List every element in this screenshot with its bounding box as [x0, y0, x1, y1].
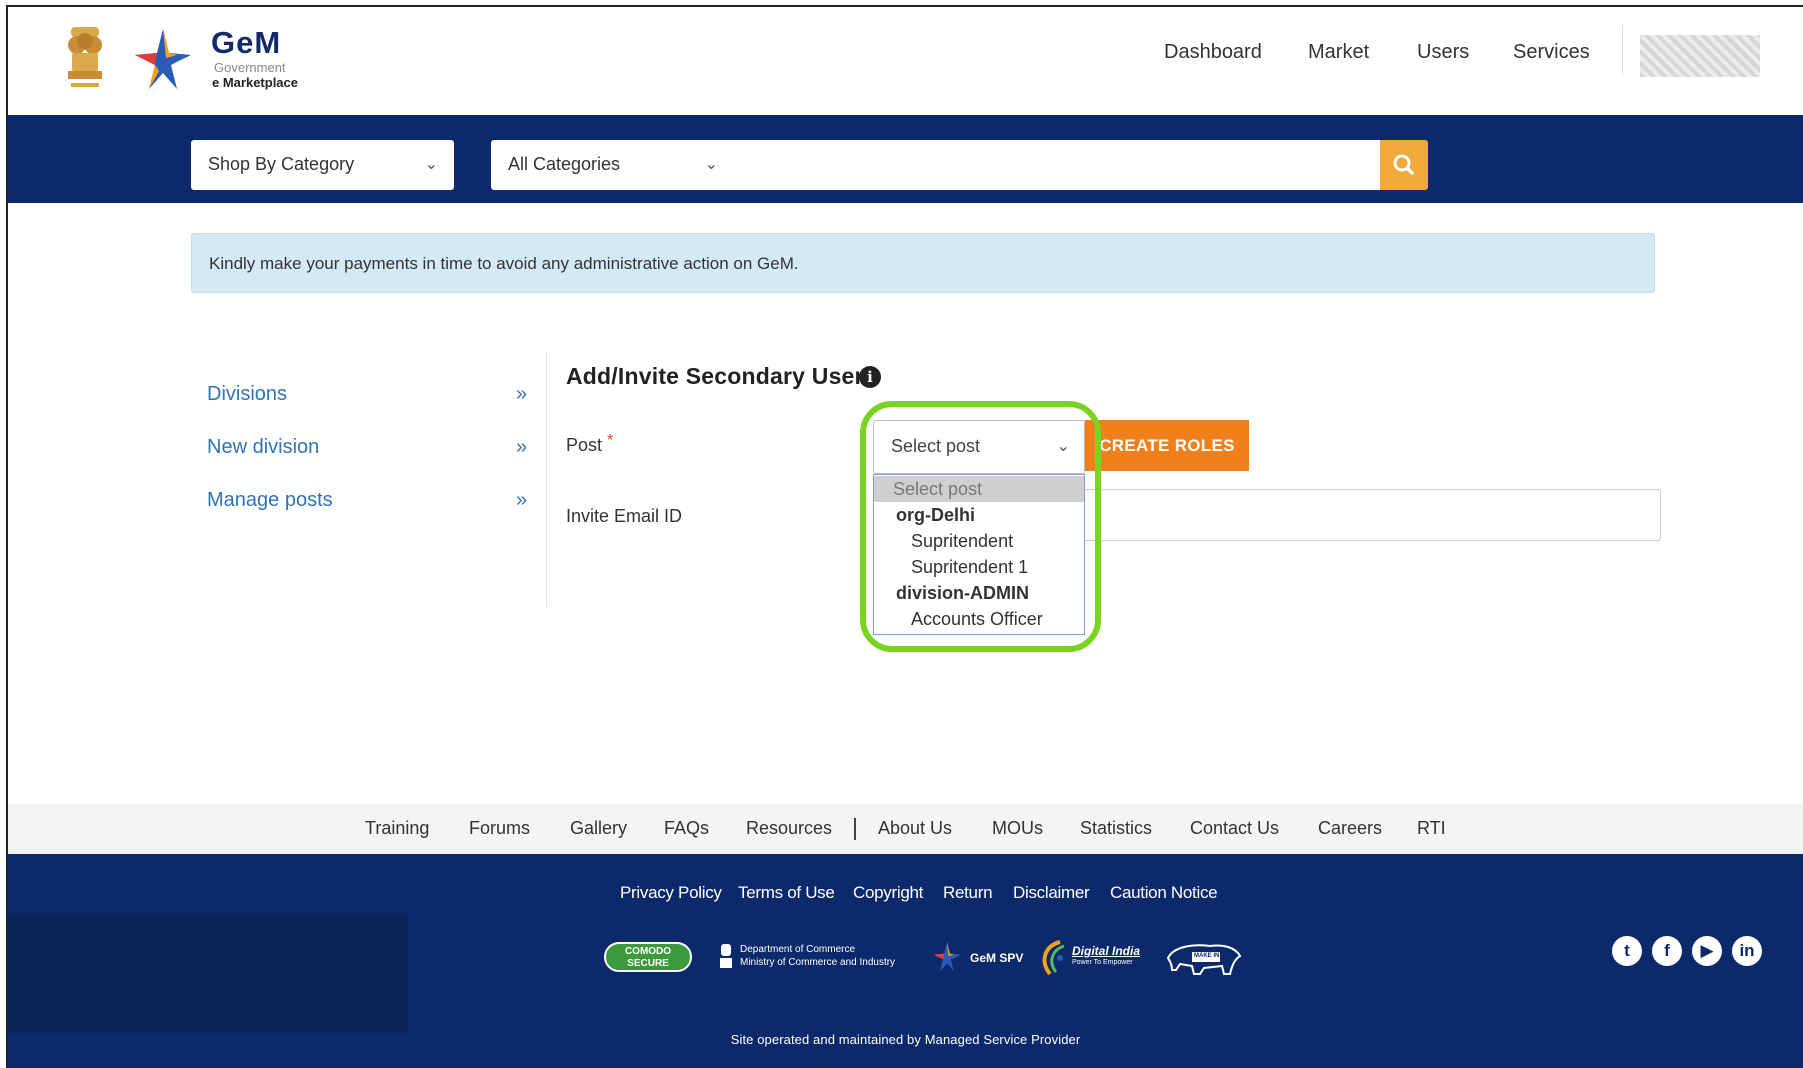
chevron-down-icon: ⌄: [424, 156, 438, 173]
make-in-india-logo: MAKE IN INDIA: [1164, 940, 1244, 978]
search-icon: [1393, 154, 1414, 175]
chevron-double-right-icon: »: [516, 489, 528, 511]
brand-title: GeM: [211, 25, 282, 60]
search-band: Shop By Category ⌄ All Categories ⌄: [8, 115, 1803, 203]
brand-subtitle-marketplace: e Marketplace: [212, 75, 298, 90]
nav-services[interactable]: Services: [1513, 41, 1590, 64]
gem-spv-logo: GeM SPV: [930, 940, 1024, 976]
digital-india-label: Digital India: [1072, 944, 1141, 958]
all-categories-label: All Categories: [508, 154, 621, 174]
commerce-line-2: Ministry of Commerce and Industry: [740, 957, 896, 968]
user-avatar[interactable]: [1640, 35, 1760, 77]
national-emblem-icon: [68, 27, 102, 87]
nav-divider: [1622, 25, 1623, 75]
annotation-highlight: [860, 401, 1101, 652]
footer-link-mous[interactable]: MOUs: [992, 818, 1043, 839]
brand-subtitle-government: Government: [214, 60, 286, 75]
footer-caution-notice[interactable]: Caution Notice: [1110, 883, 1218, 903]
footer-link-forums[interactable]: Forums: [469, 818, 530, 839]
shop-by-category-select[interactable]: Shop By Category ⌄: [191, 140, 454, 190]
site-operated-note: Site operated and maintained by Managed …: [730, 1032, 1081, 1047]
sidebar-item-divisions[interactable]: Divisions: [207, 383, 287, 406]
linkedin-icon[interactable]: in: [1732, 936, 1762, 966]
commerce-line-1: Department of Commerce: [740, 944, 856, 955]
site-header: GeM Government e Marketplace Dashboard M…: [8, 7, 1803, 115]
invite-email-label: Invite Email ID: [566, 506, 683, 526]
comodo-secure-badge: COMODO SECURE: [604, 942, 692, 972]
info-icon[interactable]: i: [859, 366, 881, 388]
footer-links-bar: Training Forums Gallery FAQs Resources A…: [8, 804, 1803, 854]
chevron-down-icon: ⌄: [704, 156, 718, 173]
sidebar-item-new-division[interactable]: New division: [207, 436, 319, 459]
footer-link-careers[interactable]: Careers: [1318, 818, 1382, 839]
all-categories-select[interactable]: All Categories ⌄: [491, 140, 734, 190]
footer-link-faqs[interactable]: FAQs: [664, 818, 709, 839]
digital-india-tagline: Power To Empower: [1072, 959, 1133, 966]
search-input[interactable]: [734, 140, 1386, 190]
post-label-text: Post: [566, 435, 603, 455]
gem-star-logo-icon: [135, 29, 191, 89]
gem-spv-label: GeM SPV: [970, 951, 1024, 965]
footer-return[interactable]: Return: [943, 883, 993, 903]
footer-link-divider: [854, 818, 856, 840]
twitter-icon[interactable]: t: [1612, 936, 1642, 966]
footer-terms-of-use[interactable]: Terms of Use: [738, 883, 835, 903]
footer-link-training[interactable]: Training: [365, 818, 429, 839]
create-roles-button[interactable]: CREATE ROLES: [1085, 420, 1249, 471]
payment-alert: Kindly make your payments in time to avo…: [191, 233, 1655, 293]
footer-copyright[interactable]: Copyright: [853, 883, 923, 903]
digital-india-swoosh-icon: [1042, 940, 1065, 976]
footer-link-contact-us[interactable]: Contact Us: [1190, 818, 1279, 839]
nav-dashboard[interactable]: Dashboard: [1164, 41, 1262, 64]
footer-link-resources[interactable]: Resources: [746, 818, 832, 839]
post-label: Post *: [566, 432, 614, 456]
invite-email-input[interactable]: [1076, 489, 1661, 541]
dept-commerce-logo: Department of Commerce Ministry of Comme…: [718, 940, 918, 976]
chevron-double-right-icon: »: [516, 436, 528, 458]
chevron-double-right-icon: »: [516, 383, 528, 405]
footer-disclaimer[interactable]: Disclaimer: [1013, 883, 1090, 903]
footer-dark-panel: [8, 913, 408, 1033]
search-button[interactable]: [1380, 140, 1428, 190]
gem-star-icon: [933, 941, 961, 972]
make-in-india-lion-icon: [1166, 944, 1242, 975]
footer-link-rti[interactable]: RTI: [1417, 818, 1446, 839]
emblem-icon: [720, 944, 732, 968]
make-in-india-label: MAKE IN INDIA: [1194, 953, 1238, 959]
nav-market[interactable]: Market: [1308, 41, 1369, 64]
footer-link-about-us[interactable]: About Us: [878, 818, 952, 839]
sidebar-divider: [546, 352, 547, 607]
nav-users[interactable]: Users: [1417, 41, 1469, 64]
facebook-icon[interactable]: f: [1652, 936, 1682, 966]
shop-by-category-label: Shop By Category: [208, 154, 355, 174]
youtube-icon[interactable]: ▶: [1692, 936, 1722, 966]
footer-link-statistics[interactable]: Statistics: [1080, 818, 1152, 839]
required-marker: *: [607, 432, 614, 449]
browser-frame: GeM Government e Marketplace Dashboard M…: [6, 5, 1803, 1068]
footer-link-gallery[interactable]: Gallery: [570, 818, 627, 839]
digital-india-logo: Digital India Power To Empower: [1038, 938, 1148, 978]
site-footer: Privacy Policy Terms of Use Copyright Re…: [8, 854, 1803, 1068]
footer-privacy-policy[interactable]: Privacy Policy: [620, 883, 722, 903]
sidebar-item-manage-posts[interactable]: Manage posts: [207, 489, 333, 512]
page-title: Add/Invite Secondary User: [566, 363, 864, 389]
